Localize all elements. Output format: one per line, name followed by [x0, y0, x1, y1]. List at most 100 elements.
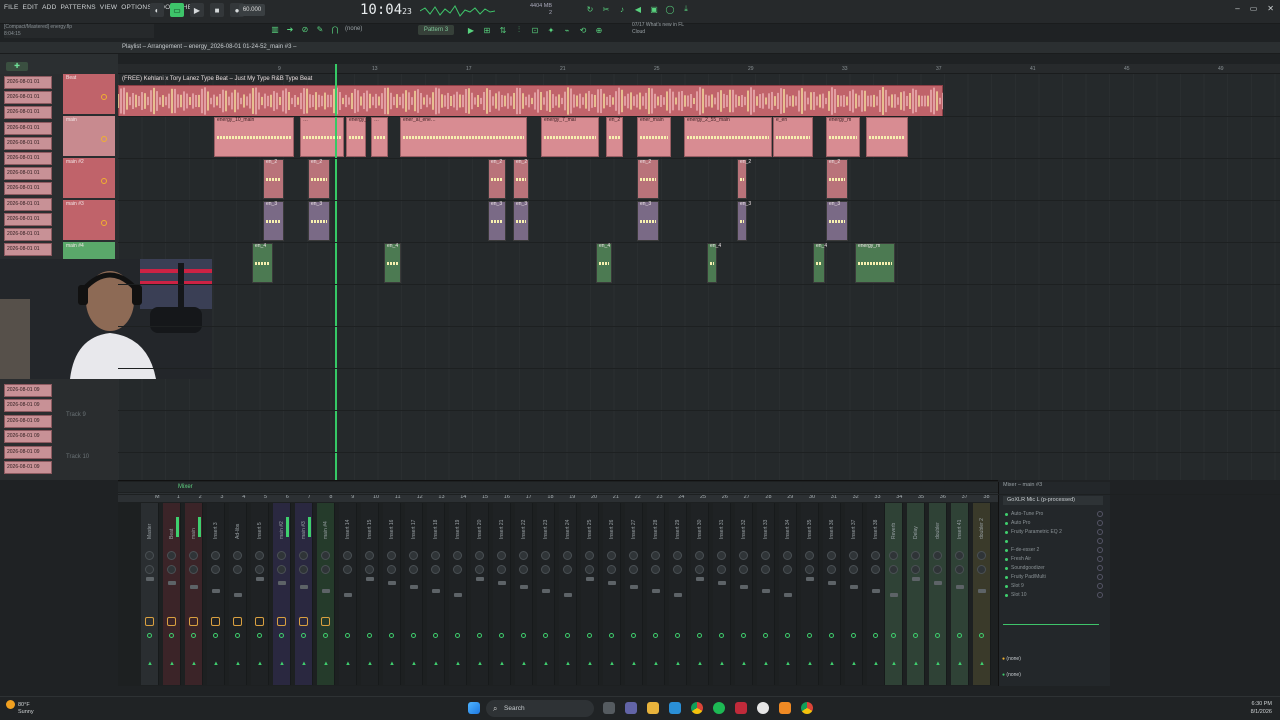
track-name-12[interactable]: 2026-08-01 01: [4, 243, 52, 257]
tool-9-icon[interactable]: ⊕: [594, 25, 604, 35]
track-name-9[interactable]: 2026-08-01 01: [4, 197, 52, 211]
track-header-3[interactable]: main #2: [63, 158, 115, 198]
fl-studio-icon[interactable]: [779, 702, 791, 714]
send-arrow-icon[interactable]: ▲: [609, 661, 615, 667]
lower-track-name-2[interactable]: 2026-08-01 09: [4, 399, 52, 413]
volume-knob[interactable]: [827, 565, 836, 574]
route-dot[interactable]: [499, 633, 504, 638]
volume-fader[interactable]: [850, 585, 858, 589]
mixer-strip-29[interactable]: Insert 34 ▲: [779, 503, 797, 685]
route-dot[interactable]: [763, 633, 768, 638]
volume-knob[interactable]: [321, 565, 330, 574]
tool-2-icon[interactable]: ⊞: [482, 25, 492, 35]
volume-knob[interactable]: [911, 565, 920, 574]
edge-icon[interactable]: [669, 702, 681, 714]
pan-knob[interactable]: [955, 551, 964, 560]
cut-icon[interactable]: ✂: [601, 4, 611, 14]
send-arrow-icon[interactable]: ▲: [935, 661, 941, 667]
mixer-strip-3[interactable]: Insert 3 ▲: [207, 503, 225, 685]
send-arrow-icon[interactable]: ▲: [147, 661, 153, 667]
route-dot[interactable]: [675, 633, 680, 638]
volume-fader[interactable]: [872, 589, 880, 593]
mixer-strip-18[interactable]: Insert 23 ▲: [537, 503, 555, 685]
tool-7-icon[interactable]: ⌁: [562, 25, 572, 35]
volume-fader[interactable]: [652, 589, 660, 593]
insert-slot-6[interactable]: Fresh Air: [1003, 555, 1097, 563]
pan-knob[interactable]: [211, 551, 220, 560]
news-hint[interactable]: 07/17 What's new in FL Cloud: [632, 22, 684, 36]
sub-clip[interactable]: en_2: [513, 159, 529, 199]
volume-knob[interactable]: [343, 565, 352, 574]
send-arrow-icon[interactable]: ▲: [411, 661, 417, 667]
slot-enable-icon[interactable]: [1097, 529, 1103, 535]
insert-slot-3[interactable]: Fruity Parametric EQ 2: [1003, 528, 1097, 536]
sub-clip[interactable]: en_4: [252, 243, 273, 283]
pan-knob[interactable]: [475, 551, 484, 560]
pan-knob[interactable]: [651, 551, 660, 560]
playhead-marker[interactable]: [335, 64, 337, 480]
main-clip[interactable]: energy_10_main: [214, 117, 294, 157]
menu-view[interactable]: VIEW: [100, 4, 117, 11]
route-dot[interactable]: [807, 633, 812, 638]
send-arrow-icon[interactable]: ▲: [455, 661, 461, 667]
pan-knob[interactable]: [911, 551, 920, 560]
input-select[interactable]: ● (none): [1002, 672, 1021, 678]
mixer-strip-37[interactable]: Insert 41 ▲: [951, 503, 969, 685]
slot-enable-icon[interactable]: [1097, 547, 1103, 553]
volume-knob[interactable]: [739, 565, 748, 574]
volume-knob[interactable]: [255, 565, 264, 574]
tool-1-icon[interactable]: ▶: [466, 25, 476, 35]
track-name-3[interactable]: 2026-08-01 01: [4, 106, 52, 120]
record-mode-icon[interactable]: ◐: [150, 3, 164, 17]
route-dot[interactable]: [521, 633, 526, 638]
mixer-strip-12[interactable]: Insert 17 ▲: [405, 503, 423, 685]
volume-fader[interactable]: [520, 585, 528, 589]
send-arrow-icon[interactable]: ▲: [587, 661, 593, 667]
volume-knob[interactable]: [585, 565, 594, 574]
sub-clip[interactable]: en_4: [707, 243, 721, 283]
send-arrow-icon[interactable]: ▲: [301, 661, 307, 667]
mixer-strip-15[interactable]: Insert 20 ▲: [471, 503, 489, 685]
mixer-strip-16[interactable]: Insert 21 ▲: [493, 503, 511, 685]
route-dot[interactable]: [169, 633, 174, 638]
volume-fader[interactable]: [586, 577, 594, 581]
volume-fader[interactable]: [344, 593, 352, 597]
send-arrow-icon[interactable]: ▲: [891, 661, 897, 667]
lower-track-name-5[interactable]: 2026-08-01 09: [4, 445, 52, 459]
pan-knob[interactable]: [889, 551, 898, 560]
route-dot[interactable]: [345, 633, 350, 638]
route-dot[interactable]: [455, 633, 460, 638]
sub-clip[interactable]: en_3: [513, 201, 529, 241]
track-header-1[interactable]: Beat: [63, 74, 115, 114]
route-dot[interactable]: [213, 633, 218, 638]
pan-knob[interactable]: [827, 551, 836, 560]
pan-knob[interactable]: [585, 551, 594, 560]
pattern-selector[interactable]: Pattern 3: [418, 25, 454, 35]
volume-fader[interactable]: [912, 577, 920, 581]
slot-enable-icon[interactable]: [1097, 565, 1103, 571]
pan-knob[interactable]: [343, 551, 352, 560]
main-clip[interactable]: e_en: [773, 117, 813, 157]
route-dot[interactable]: [323, 633, 328, 638]
pan-knob[interactable]: [431, 551, 440, 560]
slot-enable-icon[interactable]: [1097, 511, 1103, 517]
route-dot[interactable]: [957, 633, 962, 638]
tool-6-icon[interactable]: ✦: [546, 25, 556, 35]
insert-slot-7[interactable]: Soundgoodizer: [1003, 564, 1097, 572]
route-dot[interactable]: [829, 633, 834, 638]
sub-clip[interactable]: en_2: [488, 159, 506, 199]
volume-knob[interactable]: [783, 565, 792, 574]
pan-knob[interactable]: [563, 551, 572, 560]
explorer-icon[interactable]: [647, 702, 659, 714]
send-arrow-icon[interactable]: ▲: [873, 661, 879, 667]
pan-knob[interactable]: [233, 551, 242, 560]
mic-icon[interactable]: ♪: [617, 4, 627, 14]
send-arrow-icon[interactable]: ▲: [565, 661, 571, 667]
insert-slot-1[interactable]: Auto-Tune Pro: [1003, 510, 1097, 518]
main-clip[interactable]: [866, 117, 908, 157]
fx-slot-icon[interactable]: [167, 617, 176, 626]
system-tray-clock[interactable]: 6:30 PM 8/1/2026: [1251, 700, 1272, 716]
volume-knob[interactable]: [933, 565, 942, 574]
mixer-strip-33[interactable]: Insert 38 ▲: [867, 503, 885, 685]
mixer-strip-34[interactable]: Reverb ▲: [885, 503, 903, 685]
